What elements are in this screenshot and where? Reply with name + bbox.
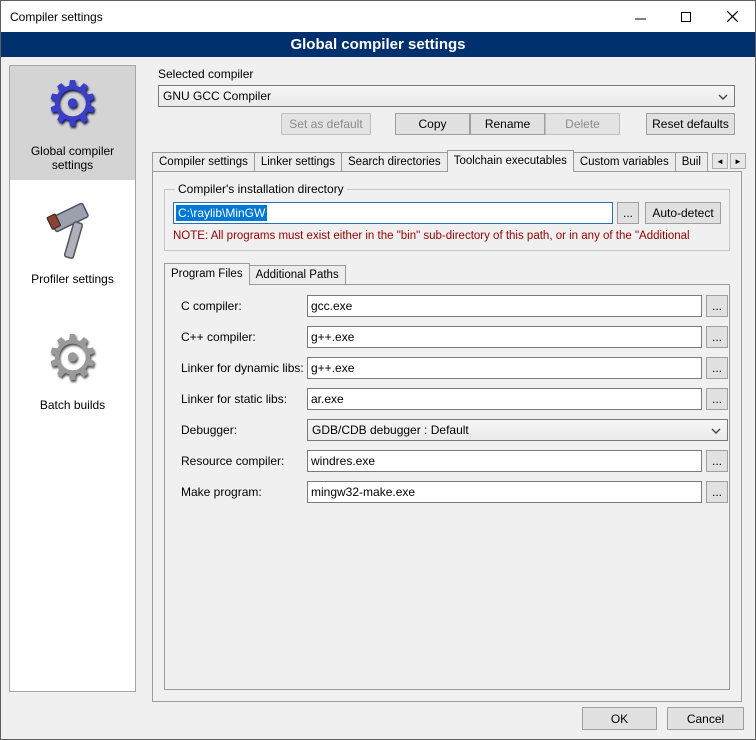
sidebar-spacer [10,294,135,320]
close-icon [727,11,738,22]
installation-path-input[interactable]: C:\raylib\MinGW [173,202,613,224]
reset-defaults-button[interactable]: Reset defaults [646,113,735,135]
sidebar-item-label: Profiler settings [12,272,133,286]
tab-custom-variables[interactable]: Custom variables [573,152,676,171]
selected-compiler-combobox[interactable]: GNU GCC Compiler [158,85,735,107]
static-linker-row: Linker for static libs: ... [165,388,729,410]
program-files-tabstrip: Program Files Additional Paths [164,263,741,284]
cpp-compiler-row: C++ compiler: ... [165,326,729,348]
installation-directory-groupbox: Compiler's installation directory C:\ray… [164,182,730,251]
c-compiler-row: C compiler: ... [165,295,729,317]
debugger-combobox[interactable]: GDB/CDB debugger : Default [307,419,728,441]
make-program-input[interactable] [307,481,702,503]
dialog-footer: OK Cancel [582,707,744,730]
delete-button[interactable]: Delete [545,113,620,135]
chevron-down-icon [718,94,728,100]
debugger-label: Debugger: [181,423,307,437]
resource-compiler-label: Resource compiler: [181,454,307,468]
browse-resource-compiler-button[interactable]: ... [706,450,728,472]
resource-compiler-input[interactable] [307,450,702,472]
c-compiler-input[interactable] [307,295,702,317]
tab-scroll-buttons: ◄ ► [712,153,746,169]
tab-additional-paths[interactable]: Additional Paths [249,265,346,284]
minimize-button[interactable] [617,1,663,32]
sidebar-item-profiler-settings[interactable]: Profiler settings [10,194,135,294]
dynamic-linker-input[interactable] [307,357,702,379]
compiler-actions-row: Set as default Copy Rename Delete Reset … [146,113,749,135]
debugger-value: GDB/CDB debugger : Default [312,423,469,437]
sidebar-item-label: Global compiler settings [12,144,133,172]
static-linker-input[interactable] [307,388,702,410]
sidebar-item-batch-builds[interactable]: ⚙ Batch builds [10,320,135,420]
tab-scroll-left-button[interactable]: ◄ [712,153,728,169]
set-as-default-button[interactable]: Set as default [281,113,371,135]
dynamic-linker-label: Linker for dynamic libs: [181,361,307,375]
browse-c-compiler-button[interactable]: ... [706,295,728,317]
tab-linker-settings[interactable]: Linker settings [254,152,342,171]
maximize-icon [681,12,691,22]
sidebar-item-global-compiler-settings[interactable]: ⚙ Global compiler settings [10,66,135,180]
static-linker-label: Linker for static libs: [181,392,307,406]
tab-program-files[interactable]: Program Files [164,263,250,285]
cancel-button[interactable]: Cancel [667,707,744,730]
sidebar: ⚙ Global compiler settings Profiler sett… [9,65,136,692]
compiler-settings-window: Compiler settings Global compiler settin… [0,0,756,740]
debugger-row: Debugger: GDB/CDB debugger : Default [165,419,729,441]
resource-compiler-row: Resource compiler: ... [165,450,729,472]
settings-tabstrip: Compiler settings Linker settings Search… [146,150,749,171]
gear-gray-icon: ⚙ [12,324,133,394]
make-program-label: Make program: [181,485,307,499]
program-files-panel: C compiler: ... C++ compiler: ... Linker… [164,284,730,690]
titlebar: Compiler settings [1,1,755,32]
installation-path-value: C:\raylib\MinGW [176,205,267,221]
make-program-row: Make program: ... [165,481,729,503]
installation-note-text: NOTE: All programs must exist either in … [173,230,721,242]
minimize-icon [635,11,646,22]
rename-button[interactable]: Rename [470,113,545,135]
installation-path-row: C:\raylib\MinGW ... Auto-detect [173,202,721,224]
c-compiler-label: C compiler: [181,299,307,313]
browse-make-program-button[interactable]: ... [706,481,728,503]
tab-search-directories[interactable]: Search directories [341,152,448,171]
tab-build-options-truncated[interactable]: Buil [675,152,708,171]
dynamic-linker-row: Linker for dynamic libs: ... [165,357,729,379]
close-button[interactable] [709,1,755,32]
browse-static-linker-button[interactable]: ... [706,388,728,410]
cpp-compiler-input[interactable] [307,326,702,348]
chevron-down-icon [711,428,721,434]
tab-scroll-right-button[interactable]: ► [730,153,746,169]
sidebar-spacer [10,180,135,194]
dialog-header: Global compiler settings [1,32,755,57]
tab-compiler-settings[interactable]: Compiler settings [152,152,255,171]
browse-dynamic-linker-button[interactable]: ... [706,357,728,379]
ok-button[interactable]: OK [582,707,657,730]
auto-detect-button[interactable]: Auto-detect [645,202,721,224]
toolchain-executables-panel: Compiler's installation directory C:\ray… [152,171,742,702]
browse-installation-path-button[interactable]: ... [617,202,639,224]
profiler-hammer-icon [12,198,133,268]
copy-button[interactable]: Copy [395,113,470,135]
cpp-compiler-label: C++ compiler: [181,330,307,344]
titlebar-buttons [617,1,755,32]
sidebar-item-label: Batch builds [12,398,133,412]
installation-directory-legend: Compiler's installation directory [175,182,347,196]
tab-toolchain-executables[interactable]: Toolchain executables [447,150,574,172]
selected-compiler-value: GNU GCC Compiler [163,89,271,103]
browse-cpp-compiler-button[interactable]: ... [706,326,728,348]
gear-blue-icon: ⚙ [12,70,133,140]
window-title: Compiler settings [1,10,617,24]
maximize-button[interactable] [663,1,709,32]
main-area: Selected compiler GNU GCC Compiler Set a… [146,61,749,711]
selected-compiler-label: Selected compiler [158,67,749,81]
